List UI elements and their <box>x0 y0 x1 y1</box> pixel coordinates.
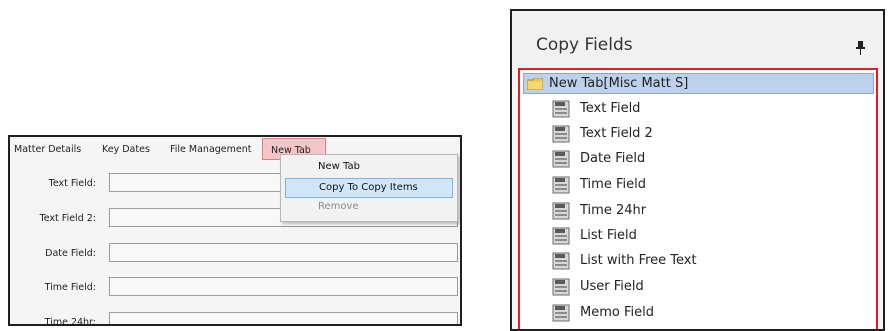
menu-item-new-tab[interactable]: New Tab <box>285 158 453 178</box>
field-label: Text Field: <box>48 178 96 189</box>
menu-item-remove[interactable]: Remove <box>285 198 453 218</box>
tree-item[interactable]: Text Field 2 <box>552 123 852 147</box>
tree-item[interactable]: Text Field <box>552 98 852 122</box>
tree-root-node[interactable]: New Tab[Misc Matt S] <box>523 73 874 94</box>
tab-file-management[interactable]: File Management <box>170 144 252 155</box>
field-icon <box>552 100 570 118</box>
tree-item-label: User Field <box>580 279 644 294</box>
time-field-input[interactable] <box>109 277 458 296</box>
folder-icon <box>527 78 543 90</box>
tree-item[interactable]: Memo Field <box>552 302 852 326</box>
form-panel: Matter Details Key Dates File Management… <box>8 135 462 326</box>
tree-item[interactable]: List Field <box>552 225 852 249</box>
tab-key-dates[interactable]: Key Dates <box>102 144 150 155</box>
date-field-input[interactable] <box>109 243 458 262</box>
field-icon <box>552 176 570 194</box>
copy-fields-panel: Copy Fields New Tab[Misc Matt S] Text Fi… <box>510 9 885 331</box>
tree-item-label: Text Field 2 <box>580 126 653 141</box>
field-icon <box>552 278 570 296</box>
field-icon <box>552 252 570 270</box>
tree-item-label: Time 24hr <box>580 203 647 218</box>
form-row-time-field: Time Field: <box>10 277 460 299</box>
tree-item[interactable]: Time 24hr <box>552 200 852 224</box>
time-24hr-input[interactable] <box>109 312 458 324</box>
field-label: Time 24hr: <box>44 317 96 326</box>
panel-title: Copy Fields <box>536 35 633 55</box>
field-icon <box>552 202 570 220</box>
field-icon <box>552 150 570 168</box>
tree-item-label: Time Field <box>580 177 646 192</box>
field-label: Time Field: <box>44 282 96 293</box>
form-row-time-24hr: Time 24hr: <box>10 312 460 326</box>
tree-item-label: Date Field <box>580 151 646 166</box>
tree-root-label: New Tab[Misc Matt S] <box>549 76 689 91</box>
copy-fields-tree: New Tab[Misc Matt S] Text Field Text Fie… <box>518 68 878 329</box>
field-icon <box>552 304 570 322</box>
field-label: Text Field 2: <box>39 213 96 224</box>
tree-item-label: Text Field <box>580 101 641 116</box>
panel-header: Copy Fields <box>512 11 883 69</box>
tab-matter-details[interactable]: Matter Details <box>14 144 81 155</box>
form-row-date-field: Date Field: <box>10 243 460 265</box>
tree-item[interactable]: List with Free Text <box>552 250 852 274</box>
context-menu: New Tab Copy To Copy Items Remove <box>280 154 458 222</box>
tree-item[interactable]: User Field <box>552 276 852 300</box>
tree-item-label: Memo Field <box>580 305 654 320</box>
tree-item-label: List with Free Text <box>580 253 697 268</box>
tree-item-label: List Field <box>580 228 637 243</box>
field-icon <box>552 125 570 143</box>
field-label: Date Field: <box>45 248 96 259</box>
tree-item[interactable]: Date Field <box>552 148 852 172</box>
menu-item-copy-to-copy-items[interactable]: Copy To Copy Items <box>285 178 453 198</box>
pin-icon[interactable] <box>856 41 865 55</box>
field-icon <box>552 227 570 245</box>
tree-item[interactable]: Time Field <box>552 174 852 198</box>
